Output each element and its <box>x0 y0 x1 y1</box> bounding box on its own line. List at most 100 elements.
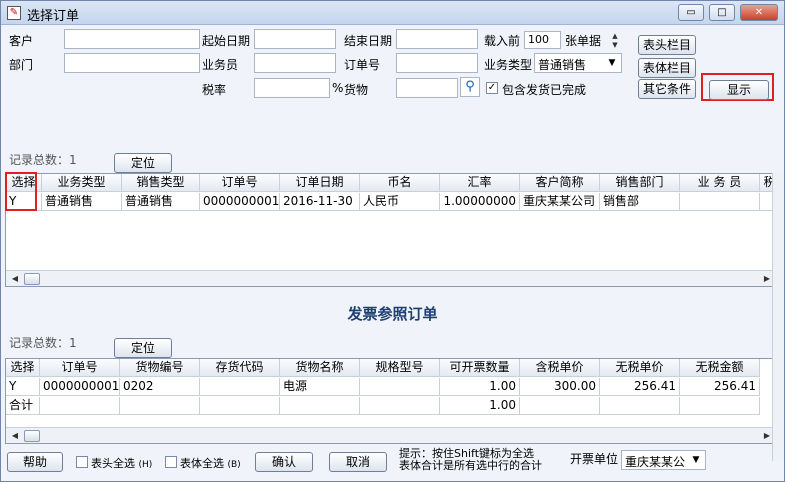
window-vscrollbar[interactable] <box>772 173 784 461</box>
cell-total-untaxed-price <box>600 397 680 415</box>
goods-label: 货物 <box>344 83 369 97</box>
order-no-label: 订单号 <box>344 58 381 72</box>
minimize-button[interactable]: ▭ <box>678 4 704 21</box>
bottom-grid-hscrollbar[interactable]: ◀ ▶ <box>6 427 776 443</box>
include-done-checkbox[interactable]: ✓ <box>486 82 498 94</box>
col-order-no[interactable]: 订单号 <box>40 359 120 377</box>
title-bar: ✎ 选择订单 ▭ □ ✕ <box>1 1 784 25</box>
scroll-left-icon[interactable]: ◀ <box>8 272 22 286</box>
clerk-label: 业务员 <box>202 58 239 72</box>
locate-button-2[interactable]: 定位 <box>114 338 172 358</box>
top-unit-label: 张单据 <box>565 34 602 48</box>
close-icon: ✕ <box>754 7 764 18</box>
col-stock-code[interactable]: 存货代码 <box>200 359 280 377</box>
col-spec[interactable]: 规格型号 <box>360 359 440 377</box>
confirm-button[interactable]: 确认 <box>255 452 313 472</box>
goods-input[interactable] <box>396 78 458 98</box>
cell-total-order-no <box>40 397 120 415</box>
select-header-all-checkbox[interactable] <box>76 456 88 468</box>
help-button[interactable]: 帮助 <box>7 452 63 472</box>
col-goods-name[interactable]: 货物名称 <box>280 359 360 377</box>
scroll-thumb[interactable] <box>24 273 40 285</box>
percent-sign: % <box>332 81 344 95</box>
start-date-input[interactable] <box>254 29 336 49</box>
cell-untaxed-price: 256.41 <box>600 378 680 396</box>
cell-clerk <box>680 193 760 211</box>
order-header-grid[interactable]: 选择 业务类型 销售类型 订单号 订单日期 币名 汇率 客户简称 销售部门 业 … <box>5 173 777 287</box>
close-button[interactable]: ✕ <box>740 4 778 21</box>
col-rate[interactable]: 汇率 <box>440 174 520 192</box>
select-order-window: ✎ 选择订单 ▭ □ ✕ 客户 部门 起始日期 业务员 税率 % 结束日期 订单… <box>0 0 785 482</box>
cell-total-goods-name <box>280 397 360 415</box>
app-icon: ✎ <box>7 6 21 20</box>
cell-untaxed-amount: 256.41 <box>680 378 760 396</box>
scroll-left-icon[interactable]: ◀ <box>8 429 22 443</box>
cell-sale-type: 普通销售 <box>122 193 200 211</box>
col-biz-type[interactable]: 业务类型 <box>42 174 122 192</box>
cell-select[interactable]: Y <box>6 378 40 396</box>
cell-taxed-price: 300.00 <box>520 378 600 396</box>
top-grid-hscrollbar[interactable]: ◀ ▶ <box>6 270 776 286</box>
section-title: 发票参照订单 <box>347 305 438 323</box>
table-row[interactable]: Y 0000000001 0202 电源 1.00 300.00 256.41 … <box>6 378 776 396</box>
header-columns-button[interactable]: 表头栏目 <box>638 35 696 55</box>
table-row[interactable]: Y 普通销售 普通销售 0000000001 2016-11-30 人民币 1.… <box>6 193 776 211</box>
highlight-select-column <box>5 172 37 211</box>
col-currency[interactable]: 币名 <box>360 174 440 192</box>
maximize-button[interactable]: □ <box>709 4 735 21</box>
cell-goods-name: 电源 <box>280 378 360 396</box>
show-button[interactable]: 显示 <box>709 80 769 100</box>
cell-stock-code <box>200 378 280 396</box>
col-invoice-qty[interactable]: 可开票数量 <box>440 359 520 377</box>
start-date-label: 起始日期 <box>202 34 251 48</box>
col-untaxed-price[interactable]: 无税单价 <box>600 359 680 377</box>
col-order-no[interactable]: 订单号 <box>200 174 280 192</box>
cell-total-label: 合计 <box>6 397 40 415</box>
cell-goods-code: 0202 <box>120 378 200 396</box>
top-count-input[interactable]: 100 <box>524 31 561 49</box>
scroll-thumb[interactable] <box>24 430 40 442</box>
select-body-all-text: 表体全选 <box>180 457 224 470</box>
tax-input[interactable] <box>254 78 330 98</box>
spin-button[interactable]: ▲ ▼ <box>609 32 621 50</box>
select-body-all-label: 表体全选 (B) <box>180 455 241 471</box>
clerk-input[interactable] <box>254 53 336 73</box>
col-dept[interactable]: 销售部门 <box>600 174 680 192</box>
cell-currency: 人民币 <box>360 193 440 211</box>
biz-type-select[interactable]: 普通销售 ▼ <box>534 53 622 73</box>
customer-input[interactable] <box>64 29 200 49</box>
order-body-grid[interactable]: 选择 订单号 货物编号 存货代码 货物名称 规格型号 可开票数量 含税单价 无税… <box>5 358 777 444</box>
body-columns-button[interactable]: 表体栏目 <box>638 58 696 78</box>
select-body-all-key: (B) <box>227 460 241 470</box>
cell-order-date: 2016-11-30 <box>280 193 360 211</box>
cell-total-spec <box>360 397 440 415</box>
select-body-all-checkbox[interactable] <box>165 456 177 468</box>
cell-total-untaxed-amount <box>680 397 760 415</box>
col-goods-code[interactable]: 货物编号 <box>120 359 200 377</box>
locate-button[interactable]: 定位 <box>114 153 172 173</box>
cell-total-stock-code <box>200 397 280 415</box>
top-label: 载入前 <box>484 34 521 48</box>
cancel-button[interactable]: 取消 <box>329 452 387 472</box>
col-sale-type[interactable]: 销售类型 <box>122 174 200 192</box>
dept-input[interactable] <box>64 53 200 73</box>
search-icon[interactable]: ⚲ <box>460 77 480 97</box>
col-clerk[interactable]: 业 务 员 <box>680 174 760 192</box>
top-record-count: 记录总数：1 <box>9 153 77 167</box>
include-done-label: 包含发货已完成 <box>502 83 587 97</box>
other-conditions-button[interactable]: 其它条件 <box>638 79 696 99</box>
cell-invoice-qty: 1.00 <box>440 378 520 396</box>
cell-order-no: 0000000001 <box>40 378 120 396</box>
hint-text: 提示：按住Shift键标为全选 表体合计是所有选中行的合计 <box>399 448 542 472</box>
col-taxed-price[interactable]: 含税单价 <box>520 359 600 377</box>
select-header-all-text: 表头全选 <box>91 457 135 470</box>
col-order-date[interactable]: 订单日期 <box>280 174 360 192</box>
invoice-unit-select[interactable]: 重庆某某公 ▼ <box>621 450 706 470</box>
col-untaxed-amount[interactable]: 无税金额 <box>680 359 760 377</box>
end-date-input[interactable] <box>396 29 478 49</box>
cell-dept: 销售部 <box>600 193 680 211</box>
col-select[interactable]: 选择 <box>6 359 40 377</box>
col-customer[interactable]: 客户简称 <box>520 174 600 192</box>
select-header-all-key: (H) <box>138 460 153 470</box>
order-no-input[interactable] <box>396 53 478 73</box>
